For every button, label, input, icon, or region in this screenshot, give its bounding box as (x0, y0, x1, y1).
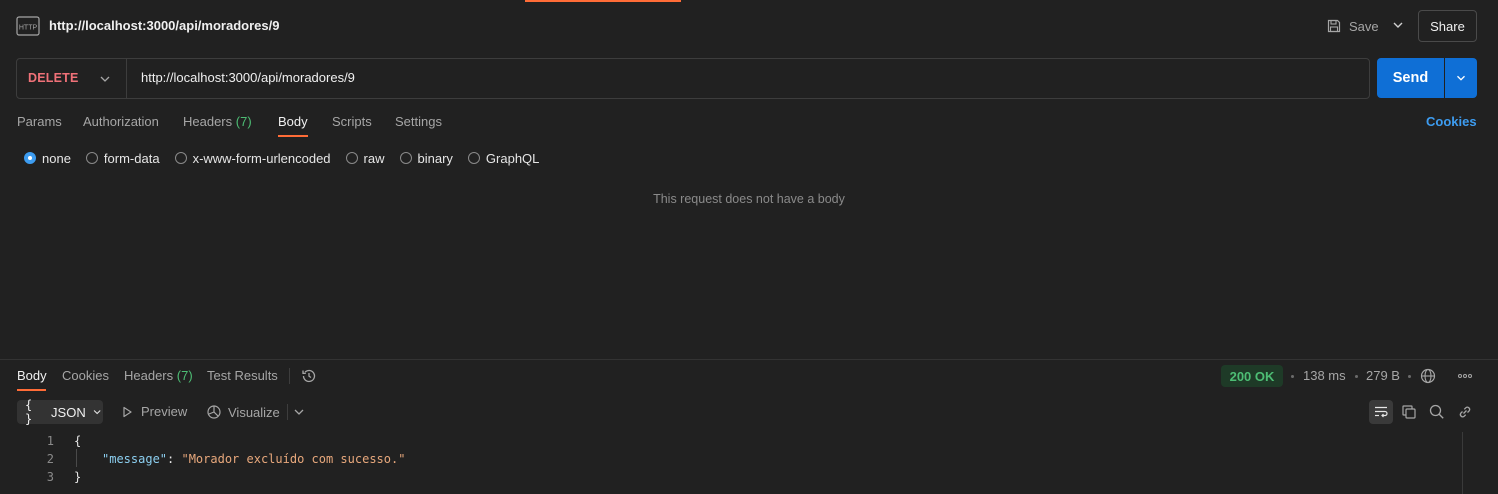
save-icon (1327, 19, 1341, 33)
radio-raw[interactable]: raw (345, 151, 385, 166)
request-title[interactable]: http://localhost:3000/api/moradores/9 (49, 18, 279, 33)
pane-resize-divider[interactable] (0, 359, 1498, 360)
line-number: 1 (46, 434, 54, 448)
response-tab-test-results[interactable]: Test Results (207, 368, 278, 383)
active-tab-indicator (278, 135, 308, 137)
radio-none[interactable]: none (24, 151, 71, 166)
line-number: 3 (46, 470, 54, 484)
json-value: "Morador excluído com sucesso." (181, 452, 406, 466)
visualize-separator (287, 404, 288, 420)
response-tab-headers[interactable]: Headers (7) (124, 368, 193, 383)
radio-form-data[interactable]: form-data (85, 151, 160, 166)
http-request-icon: HTTP (16, 15, 40, 37)
url-input[interactable]: http://localhost:3000/api/moradores/9 (141, 70, 355, 85)
tab-headers[interactable]: Headers (7) (183, 114, 252, 129)
response-size[interactable]: 279 B (1366, 368, 1400, 383)
meta-separator-dot (1291, 375, 1294, 378)
meta-separator-dot (1408, 375, 1411, 378)
empty-body-message: This request does not have a body (653, 192, 845, 206)
play-icon (123, 406, 132, 417)
share-button[interactable]: Share (1418, 10, 1477, 42)
response-active-tab-indicator (17, 389, 46, 391)
cookies-link[interactable]: Cookies (1426, 114, 1477, 129)
copy-icon[interactable] (1400, 403, 1418, 421)
more-options-icon[interactable] (1456, 367, 1474, 385)
save-button[interactable]: Save (1326, 14, 1379, 38)
preview-button[interactable]: Preview (120, 404, 187, 419)
globe-icon[interactable] (1419, 367, 1437, 385)
radio-binary[interactable]: binary (399, 151, 453, 166)
radio-x-www-form-urlencoded[interactable]: x-www-form-urlencoded (174, 151, 331, 166)
tab-scripts[interactable]: Scripts (332, 114, 372, 129)
line-number: 2 (46, 452, 54, 466)
json-braces-icon: { } (25, 398, 33, 426)
preview-label: Preview (141, 404, 188, 419)
response-headers-count: (7) (176, 368, 193, 383)
response-tab-cookies[interactable]: Cookies (62, 368, 109, 383)
radio-graphql[interactable]: GraphQL (467, 151, 539, 166)
format-selector[interactable]: { } JSON (17, 398, 103, 426)
save-options-chevron-icon[interactable] (1390, 17, 1406, 33)
send-button[interactable]: Send (1377, 58, 1444, 98)
history-icon[interactable] (300, 367, 318, 385)
tab-authorization[interactable]: Authorization (83, 114, 159, 129)
tab-params[interactable]: Params (17, 114, 62, 129)
visualize-icon (207, 405, 221, 419)
response-tab-body[interactable]: Body (17, 368, 47, 383)
url-divider (126, 59, 127, 98)
chevron-down-icon (93, 410, 101, 415)
active-tab-accent (525, 0, 681, 2)
indent-guide (76, 449, 77, 467)
visualize-label: Visualize (228, 404, 280, 420)
link-icon[interactable] (1456, 403, 1474, 421)
search-icon[interactable] (1428, 403, 1446, 421)
response-tabs-separator (289, 368, 290, 384)
format-label: JSON (51, 404, 86, 420)
headers-count: (7) (235, 114, 252, 129)
visualize-button[interactable]: Visualize (206, 404, 280, 420)
tab-settings[interactable]: Settings (395, 114, 442, 129)
json-colon: : (167, 452, 182, 466)
meta-separator-dot (1355, 375, 1358, 378)
wrap-lines-icon (1375, 406, 1388, 418)
method-selector[interactable]: DELETE (28, 71, 79, 85)
code-line-open-brace: { (74, 434, 82, 448)
save-label: Save (1349, 18, 1379, 34)
status-badge[interactable]: 200 OK (1221, 365, 1283, 387)
send-options-button[interactable] (1445, 58, 1477, 98)
chevron-down-icon (1457, 75, 1465, 81)
wrap-lines-button[interactable] (1369, 400, 1393, 424)
response-time[interactable]: 138 ms (1303, 368, 1346, 383)
code-scrollbar[interactable] (1462, 432, 1463, 494)
code-line-close-brace: } (74, 470, 82, 484)
body-type-selector: none form-data x-www-form-urlencoded raw… (24, 150, 554, 166)
visualize-chevron-down-icon[interactable] (291, 404, 307, 420)
json-key: "message" (102, 452, 168, 466)
svg-text:HTTP: HTTP (19, 25, 38, 32)
code-line-message: "message": "Morador excluído com sucesso… (102, 452, 405, 466)
method-chevron-down-icon[interactable] (97, 71, 113, 87)
tab-body[interactable]: Body (278, 114, 308, 129)
